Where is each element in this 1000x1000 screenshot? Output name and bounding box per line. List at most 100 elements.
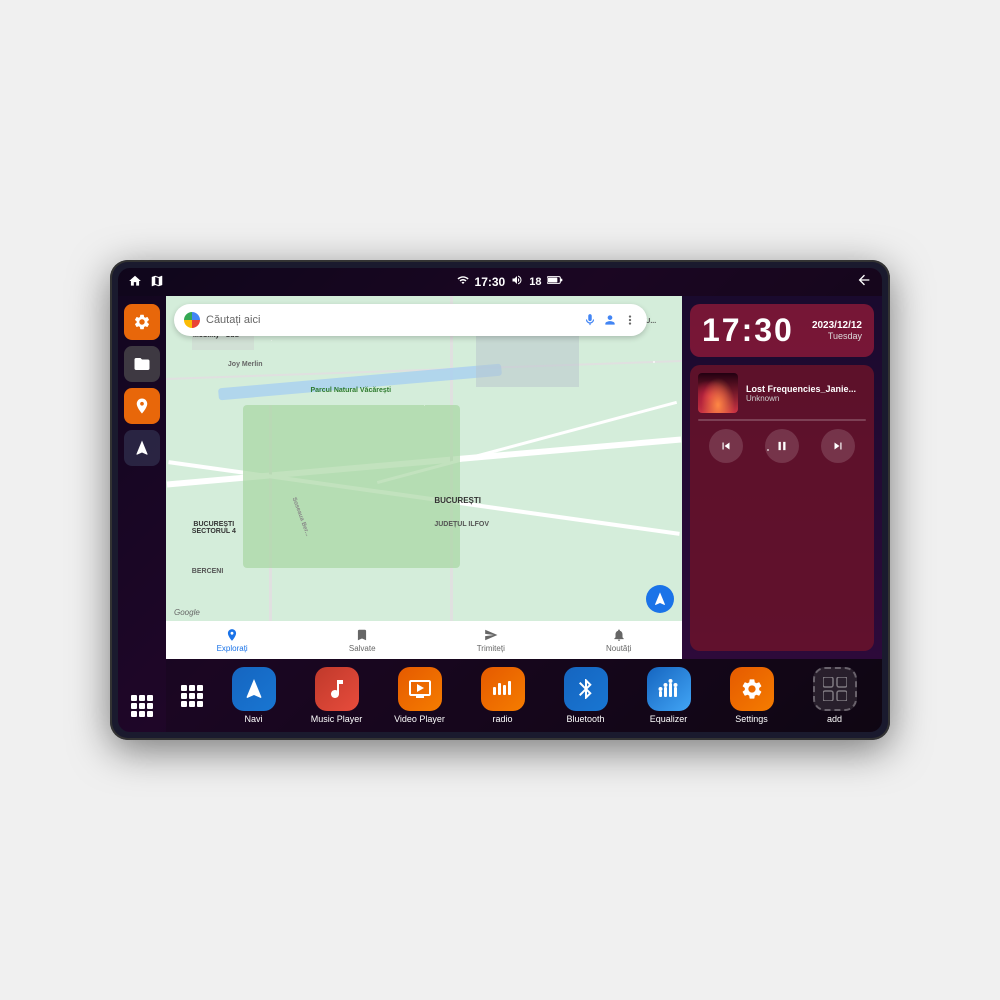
map-nav-explorati[interactable]: Explorați	[217, 628, 248, 653]
app-settings-icon	[730, 667, 774, 711]
back-icon[interactable]	[856, 272, 872, 293]
album-art-visual	[698, 373, 738, 413]
home-icon[interactable]	[128, 274, 142, 291]
grid-dot	[139, 711, 145, 717]
app-add[interactable]: add	[807, 667, 862, 724]
grid-dot	[197, 685, 203, 691]
map-bottom-nav: Explorați Salvate Trimiteți	[166, 621, 682, 659]
map-nav-noutati[interactable]: Noutăți	[606, 628, 631, 653]
battery-icon	[547, 273, 563, 291]
grid-dot	[147, 695, 153, 701]
app-equalizer-icon	[647, 667, 691, 711]
app-add-icon	[813, 667, 857, 711]
music-title: Lost Frequencies_Janie...	[746, 384, 866, 394]
grid-dot	[181, 693, 187, 699]
clock-time: 17:30	[702, 312, 794, 349]
clock-date-day: Tuesday	[812, 331, 862, 341]
navigate-button[interactable]	[646, 585, 674, 613]
grid-dot	[181, 685, 187, 691]
status-bar: 17:30 18	[118, 268, 882, 296]
app-grid-section: Navi Music Player	[166, 659, 882, 732]
album-art	[698, 373, 738, 413]
status-right	[856, 272, 872, 293]
mic-icon[interactable]	[583, 313, 597, 327]
grid-dot	[197, 701, 203, 707]
app-video-icon	[398, 667, 442, 711]
status-time: 17:30	[475, 275, 506, 289]
map-nav-noutati-label: Noutăți	[606, 644, 631, 653]
app-grid-toggle[interactable]	[124, 688, 160, 724]
maps-status-icon[interactable]	[150, 274, 164, 291]
grid-dot	[189, 693, 195, 699]
volume-icon	[511, 273, 523, 291]
map-nav-trimiteti-label: Trimiteți	[477, 644, 505, 653]
apps-row: Navi Music Player	[216, 667, 872, 724]
grid-dot	[131, 711, 137, 717]
map-search-placeholder: Căutați aici	[206, 314, 577, 326]
app-radio-icon	[481, 667, 525, 711]
profile-icon[interactable]	[603, 313, 617, 327]
music-progress-bar[interactable]	[698, 419, 866, 421]
right-panel: 17:30 2023/12/12 Tuesday	[682, 296, 882, 659]
music-controls	[698, 429, 866, 463]
map-search-bar[interactable]: Căutați aici	[174, 304, 647, 336]
app-radio[interactable]: radio	[475, 667, 530, 724]
grid-dot	[147, 703, 153, 709]
status-left	[128, 274, 164, 291]
app-settings-label: Settings	[735, 714, 768, 724]
main-content: AXIS PremiumMobility - Sud Pizza & Baker…	[118, 296, 882, 732]
map-nav-salvate-label: Salvate	[349, 644, 376, 653]
google-logo	[184, 312, 200, 328]
app-navi[interactable]: Navi	[226, 667, 281, 724]
grid-dot	[189, 685, 195, 691]
map-background: AXIS PremiumMobility - Sud Pizza & Baker…	[166, 296, 682, 659]
grid-dot	[131, 695, 137, 701]
clock-date: 2023/12/12 Tuesday	[812, 320, 862, 341]
sidebar-item-files[interactable]	[124, 346, 160, 382]
app-video-player[interactable]: Video Player	[392, 667, 447, 724]
app-bluetooth-icon	[564, 667, 608, 711]
battery-level: 18	[529, 276, 541, 288]
app-music-icon	[315, 667, 359, 711]
music-next-button[interactable]	[821, 429, 855, 463]
app-radio-label: radio	[492, 714, 512, 724]
screen: 17:30 18	[118, 268, 882, 732]
map-nav-explorati-label: Explorați	[217, 644, 248, 653]
music-widget: Lost Frequencies_Janie... Unknown	[690, 365, 874, 651]
app-bluetooth-label: Bluetooth	[566, 714, 604, 724]
app-navi-icon	[232, 667, 276, 711]
sidebar-item-settings[interactable]	[124, 304, 160, 340]
app-music-player[interactable]: Music Player	[309, 667, 364, 724]
map-nav-trimiteti[interactable]: Trimiteți	[477, 628, 505, 653]
music-artist: Unknown	[746, 394, 866, 403]
map-nav-salvate[interactable]: Salvate	[349, 628, 376, 653]
app-equalizer-label: Equalizer	[650, 714, 688, 724]
app-bluetooth[interactable]: Bluetooth	[558, 667, 613, 724]
grid-dot	[139, 695, 145, 701]
grid-dot	[131, 703, 137, 709]
device: 17:30 18	[110, 260, 890, 740]
grid-dot	[181, 701, 187, 707]
map-settings-icon[interactable]	[623, 313, 637, 327]
music-text: Lost Frequencies_Janie... Unknown	[746, 384, 866, 403]
sidebar-item-maps[interactable]	[124, 388, 160, 424]
clock-widget: 17:30 2023/12/12 Tuesday	[690, 304, 874, 357]
music-pause-button[interactable]	[765, 429, 799, 463]
app-add-label: add	[827, 714, 842, 724]
sidebar-item-navigation[interactable]	[124, 430, 160, 466]
app-music-label: Music Player	[311, 714, 363, 724]
app-settings[interactable]: Settings	[724, 667, 779, 724]
grid-dot	[139, 703, 145, 709]
grid-dot	[147, 711, 153, 717]
app-equalizer[interactable]: Equalizer	[641, 667, 696, 724]
grid-dot	[197, 693, 203, 699]
all-apps-button[interactable]	[176, 680, 208, 712]
app-navi-label: Navi	[244, 714, 262, 724]
map-widget[interactable]: AXIS PremiumMobility - Sud Pizza & Baker…	[166, 296, 682, 659]
music-prev-button[interactable]	[709, 429, 743, 463]
grid-dot	[189, 701, 195, 707]
status-center: 17:30 18	[457, 273, 564, 291]
app-video-label: Video Player	[394, 714, 445, 724]
clock-date-main: 2023/12/12	[812, 320, 862, 331]
music-info: Lost Frequencies_Janie... Unknown	[698, 373, 866, 413]
